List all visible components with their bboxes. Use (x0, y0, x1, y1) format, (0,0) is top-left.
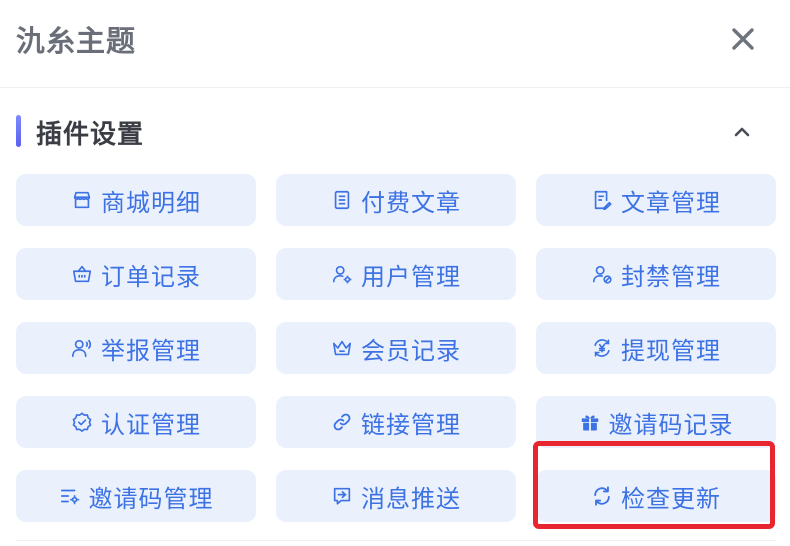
panel-title: 氿糸主题 (16, 24, 137, 58)
close-button[interactable] (726, 22, 760, 56)
tile-label: 封禁管理 (621, 262, 721, 291)
tile-check-updates[interactable]: 检查更新 (536, 470, 776, 522)
section-accent-bar (16, 115, 21, 147)
tile-label: 检查更新 (621, 484, 721, 513)
gift-icon (579, 411, 601, 433)
yen-cycle-icon (591, 337, 613, 359)
message-push-icon (331, 485, 353, 507)
tile-label: 商城明细 (101, 188, 201, 217)
user-report-icon (71, 337, 93, 359)
tile-report-management[interactable]: 举报管理 (16, 322, 256, 374)
document-icon (331, 189, 353, 211)
tile-label: 举报管理 (101, 336, 201, 365)
plugin-grid: 商城明细 付费文章 文章管理 订单记录 用户管理 封禁管理 举报管理 会员记录 … (16, 174, 776, 522)
close-icon (732, 28, 754, 50)
tile-label: 用户管理 (361, 262, 461, 291)
tile-paid-articles[interactable]: 付费文章 (276, 174, 516, 226)
tile-message-push[interactable]: 消息推送 (276, 470, 516, 522)
basket-icon (71, 263, 93, 285)
tile-label: 认证管理 (101, 410, 201, 439)
tile-verification-management[interactable]: 认证管理 (16, 396, 256, 448)
section-header[interactable]: 插件设置 (0, 100, 790, 162)
crown-icon (331, 337, 353, 359)
tile-label: 提现管理 (621, 336, 721, 365)
tile-membership-records[interactable]: 会员记录 (276, 322, 516, 374)
tile-ban-management[interactable]: 封禁管理 (536, 248, 776, 300)
tile-user-management[interactable]: 用户管理 (276, 248, 516, 300)
tile-shop-details[interactable]: 商城明细 (16, 174, 256, 226)
plugin-settings-panel: 氿糸主题 插件设置 商城明细 付费文章 文章管理 订单记录 用户管理 封禁管理 … (0, 0, 790, 546)
list-gear-icon (59, 485, 81, 507)
tile-link-management[interactable]: 链接管理 (276, 396, 516, 448)
refresh-icon (591, 485, 613, 507)
tile-label: 邀请码记录 (608, 410, 734, 439)
divider (16, 540, 776, 541)
tile-invite-code-management[interactable]: 邀请码管理 (16, 470, 256, 522)
tile-withdrawal-management[interactable]: 提现管理 (536, 322, 776, 374)
tile-label: 邀请码管理 (88, 484, 214, 513)
tile-article-management[interactable]: 文章管理 (536, 174, 776, 226)
store-icon (71, 189, 93, 211)
tile-invite-code-records[interactable]: 邀请码记录 (536, 396, 776, 448)
tile-label: 链接管理 (361, 410, 461, 439)
tile-order-records[interactable]: 订单记录 (16, 248, 256, 300)
tile-label: 文章管理 (621, 188, 721, 217)
link-icon (331, 411, 353, 433)
user-ban-icon (591, 263, 613, 285)
tile-label: 消息推送 (361, 484, 461, 513)
article-edit-icon (591, 189, 613, 211)
tile-label: 付费文章 (361, 188, 461, 217)
verified-badge-icon (71, 411, 93, 433)
user-gear-icon (331, 263, 353, 285)
section-title: 插件设置 (36, 120, 145, 150)
tile-label: 订单记录 (101, 262, 201, 291)
panel-header: 氿糸主题 (0, 0, 790, 88)
chevron-up-icon (734, 127, 750, 137)
tile-label: 会员记录 (361, 336, 461, 365)
collapse-button[interactable] (728, 120, 756, 144)
